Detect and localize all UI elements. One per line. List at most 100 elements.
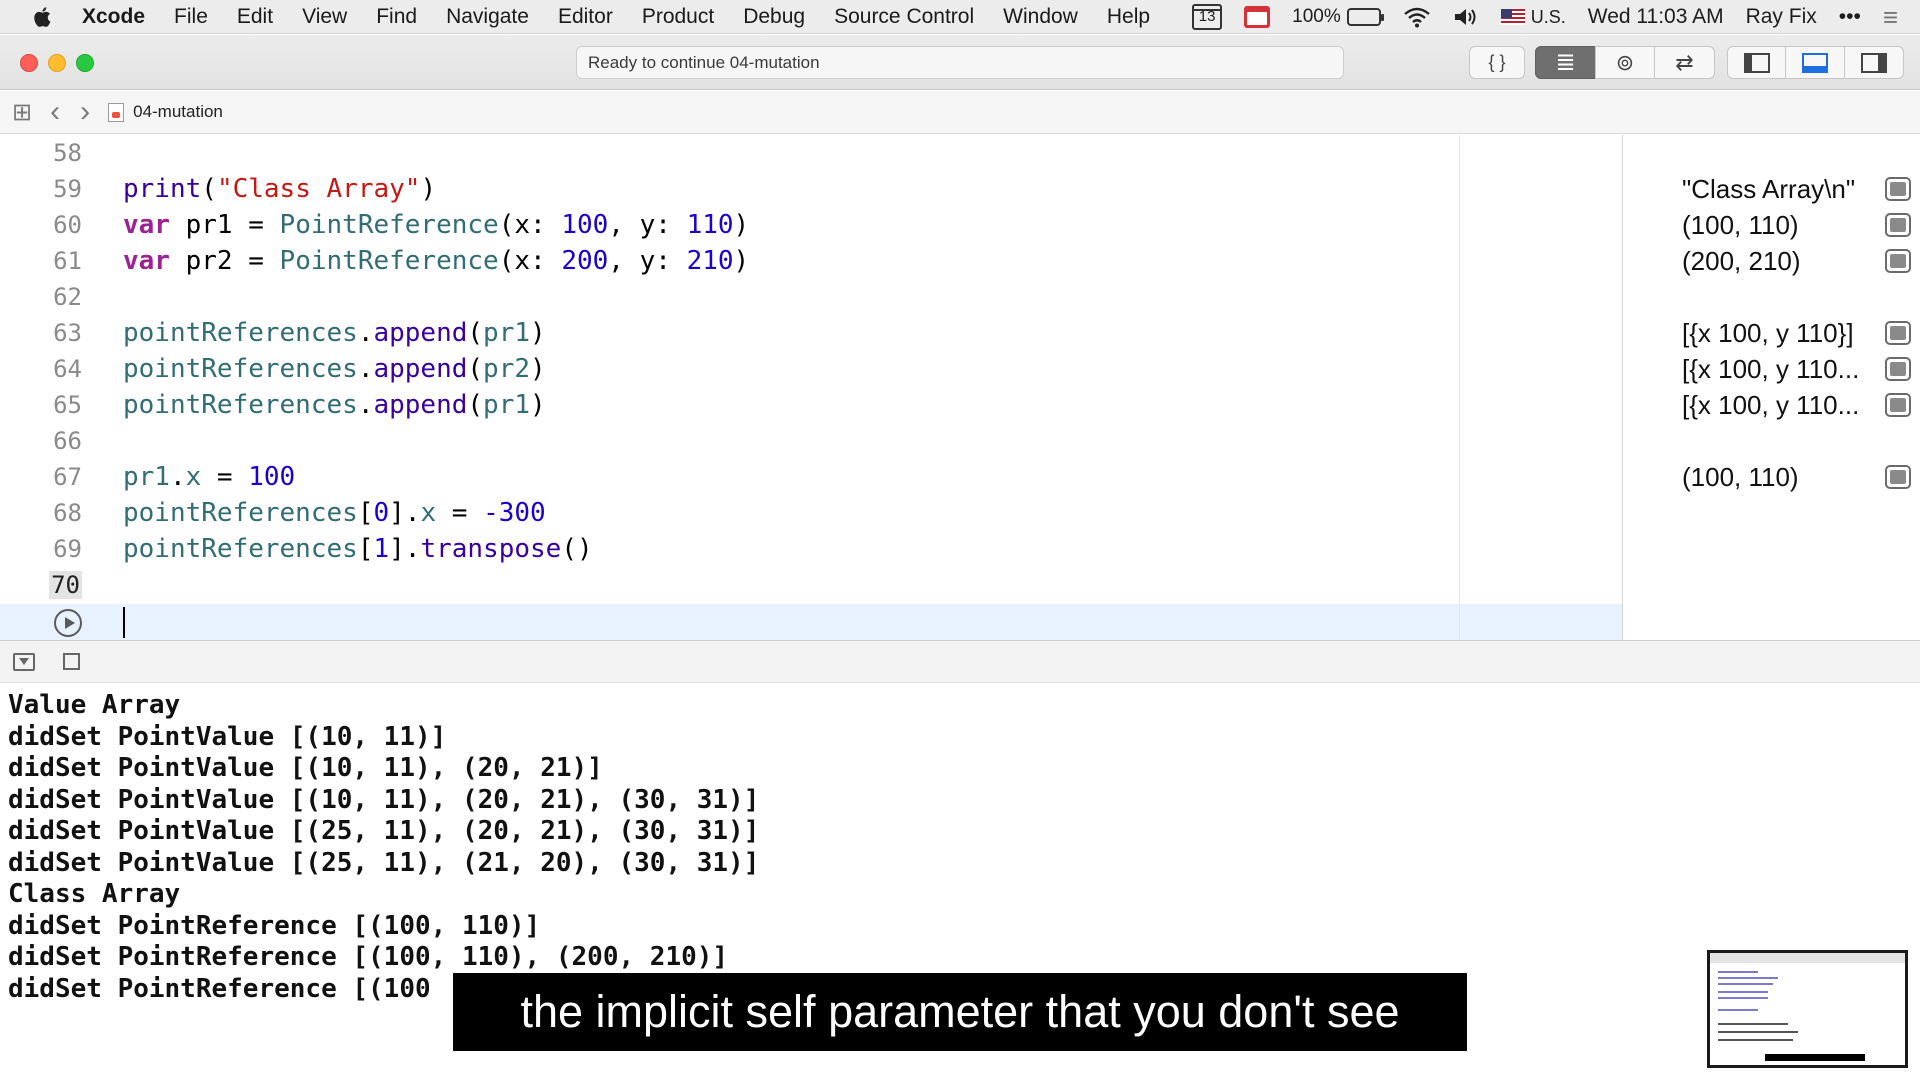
clapperboard-icon[interactable] xyxy=(1244,6,1271,28)
show-result-icon[interactable] xyxy=(1885,177,1911,201)
menu-view[interactable]: View xyxy=(302,5,347,29)
clear-console-icon[interactable] xyxy=(63,653,80,670)
result-value[interactable]: "Class Array\n" xyxy=(1682,171,1882,207)
code-line[interactable]: 64 pointReferences.append(pr2) xyxy=(0,351,1459,387)
code-token: ) xyxy=(733,246,750,276)
code-line[interactable]: 66 xyxy=(0,423,1459,459)
code-line[interactable]: 60 var pr1 = PointReference(x: 100, y: 11… xyxy=(0,207,1459,243)
line-number: 60 xyxy=(0,207,82,243)
menu-help[interactable]: Help xyxy=(1107,5,1150,29)
menu-edit[interactable]: Edit xyxy=(237,5,273,29)
code-line[interactable]: 61 var pr2 = PointReference(x: 200, y: 21… xyxy=(0,243,1459,279)
code-text: pr1.x = 100 xyxy=(123,459,295,495)
code-token: ) xyxy=(733,210,750,240)
menu-file[interactable]: File xyxy=(174,5,208,29)
toggle-inspector-button[interactable] xyxy=(1844,46,1904,79)
window-toolbar: Ready to continue 04-mutation { } ≣ ⊚ ⇄ xyxy=(0,35,1920,90)
standard-editor-button[interactable]: ≣ xyxy=(1535,46,1596,79)
result-value[interactable]: [{x 100, y 110... xyxy=(1682,351,1882,387)
thumbnail-line xyxy=(1718,1023,1788,1025)
code-token: pointReferences xyxy=(123,354,358,384)
notification-center-icon[interactable]: ≡ xyxy=(1883,2,1898,33)
menu-editor[interactable]: Editor xyxy=(558,5,613,29)
breadcrumb-file[interactable]: 04-mutation xyxy=(133,102,223,122)
assistant-editor-button[interactable]: ⊚ xyxy=(1595,46,1655,79)
clock[interactable]: Wed 11:03 AM xyxy=(1588,5,1724,29)
result-value[interactable]: (100, 110) xyxy=(1682,207,1882,243)
code-line[interactable]: 65 pointReferences.append(pr1) xyxy=(0,387,1459,423)
code-token: pointReferences xyxy=(123,318,358,348)
code-token: append xyxy=(373,390,468,420)
left-panel-icon xyxy=(1743,52,1770,73)
line-number-text: 59 xyxy=(53,175,82,203)
code-token: pr1 xyxy=(123,462,170,492)
menu-app-xcode[interactable]: Xcode xyxy=(82,5,145,29)
user-name[interactable]: Ray Fix xyxy=(1746,5,1817,29)
result-value[interactable]: (200, 210) xyxy=(1682,243,1882,279)
presenter-thumbnail xyxy=(1707,950,1908,1068)
battery-status[interactable]: 100% xyxy=(1292,6,1384,28)
code-token: = xyxy=(201,462,249,492)
code-token: pointReferences xyxy=(123,390,358,420)
related-items-icon[interactable]: ⊞ xyxy=(12,98,32,127)
code-token: append xyxy=(373,354,468,384)
toggle-debug-area-button[interactable] xyxy=(1785,46,1845,79)
menu-product[interactable]: Product xyxy=(642,5,714,29)
forward-button[interactable]: › xyxy=(80,95,90,129)
code-token: pr1 = xyxy=(169,210,280,240)
back-button[interactable]: ‹ xyxy=(50,95,60,129)
menu-navigate[interactable]: Navigate xyxy=(446,5,529,29)
line-number-text: 70 xyxy=(49,571,82,599)
code-text: pointReferences[1].transpose() xyxy=(123,531,593,567)
result-value[interactable]: [{x 100, y 110}] xyxy=(1682,315,1882,351)
library-button[interactable]: { } xyxy=(1469,46,1525,79)
minimize-window-button[interactable] xyxy=(48,54,66,72)
menu-debug[interactable]: Debug xyxy=(743,5,805,29)
apple-menu-icon[interactable] xyxy=(30,4,56,30)
line-number: 58 xyxy=(0,135,82,171)
line-number: 68 xyxy=(0,495,82,531)
code-token: 0 xyxy=(373,498,390,528)
activity-status-text: Ready to continue 04-mutation xyxy=(588,53,820,72)
show-result-icon[interactable] xyxy=(1885,465,1911,489)
volume-icon[interactable] xyxy=(1453,6,1479,28)
code-line[interactable]: 63 pointReferences.append(pr1) xyxy=(0,315,1459,351)
result-value[interactable]: (100, 110) xyxy=(1682,459,1882,495)
code-token: PointReference xyxy=(279,246,499,276)
code-line[interactable]: 67 pr1.x = 100 xyxy=(0,459,1459,495)
code-token: x xyxy=(420,498,437,528)
code-token: var xyxy=(123,210,170,240)
line-number-text: 60 xyxy=(53,211,82,239)
show-result-icon[interactable] xyxy=(1885,249,1911,273)
line-number-text: 64 xyxy=(53,355,82,383)
menu-find[interactable]: Find xyxy=(376,5,417,29)
editor-column-divider xyxy=(1459,135,1460,640)
show-result-icon[interactable] xyxy=(1885,393,1911,417)
more-icon[interactable]: ••• xyxy=(1839,5,1861,29)
run-playground-button[interactable] xyxy=(54,609,82,637)
show-result-icon[interactable] xyxy=(1885,321,1911,345)
code-line[interactable]: 70 xyxy=(0,567,1459,603)
result-value[interactable]: [{x 100, y 110... xyxy=(1682,387,1882,423)
hide-debug-area-icon[interactable] xyxy=(13,653,35,671)
toggle-navigator-button[interactable] xyxy=(1727,46,1786,79)
calendar-icon[interactable]: 13 xyxy=(1192,4,1223,30)
zoom-window-button[interactable] xyxy=(76,54,94,72)
code-line[interactable]: 59 print("Class Array") xyxy=(0,171,1459,207)
code-token: ( xyxy=(467,390,484,420)
menu-window[interactable]: Window xyxy=(1003,5,1078,29)
text-lines-icon: ≣ xyxy=(1555,49,1576,76)
thumbnail-line xyxy=(1718,1039,1793,1041)
version-editor-button[interactable]: ⇄ xyxy=(1654,46,1715,79)
code-line[interactable]: 62 xyxy=(0,279,1459,315)
code-line[interactable]: 58 xyxy=(0,135,1459,171)
input-source-menu[interactable]: U.S. xyxy=(1500,7,1566,28)
wifi-icon[interactable] xyxy=(1403,6,1431,28)
menu-source-control[interactable]: Source Control xyxy=(834,5,974,29)
source-editor[interactable]: 58 59 print("Class Array") 60 var pr1 = Poin… xyxy=(0,135,1920,640)
show-result-icon[interactable] xyxy=(1885,213,1911,237)
close-window-button[interactable] xyxy=(20,54,38,72)
show-result-icon[interactable] xyxy=(1885,357,1911,381)
code-line[interactable]: 69 pointReferences[1].transpose() xyxy=(0,531,1459,567)
code-line[interactable]: 68 pointReferences[0].x = -300 xyxy=(0,495,1459,531)
